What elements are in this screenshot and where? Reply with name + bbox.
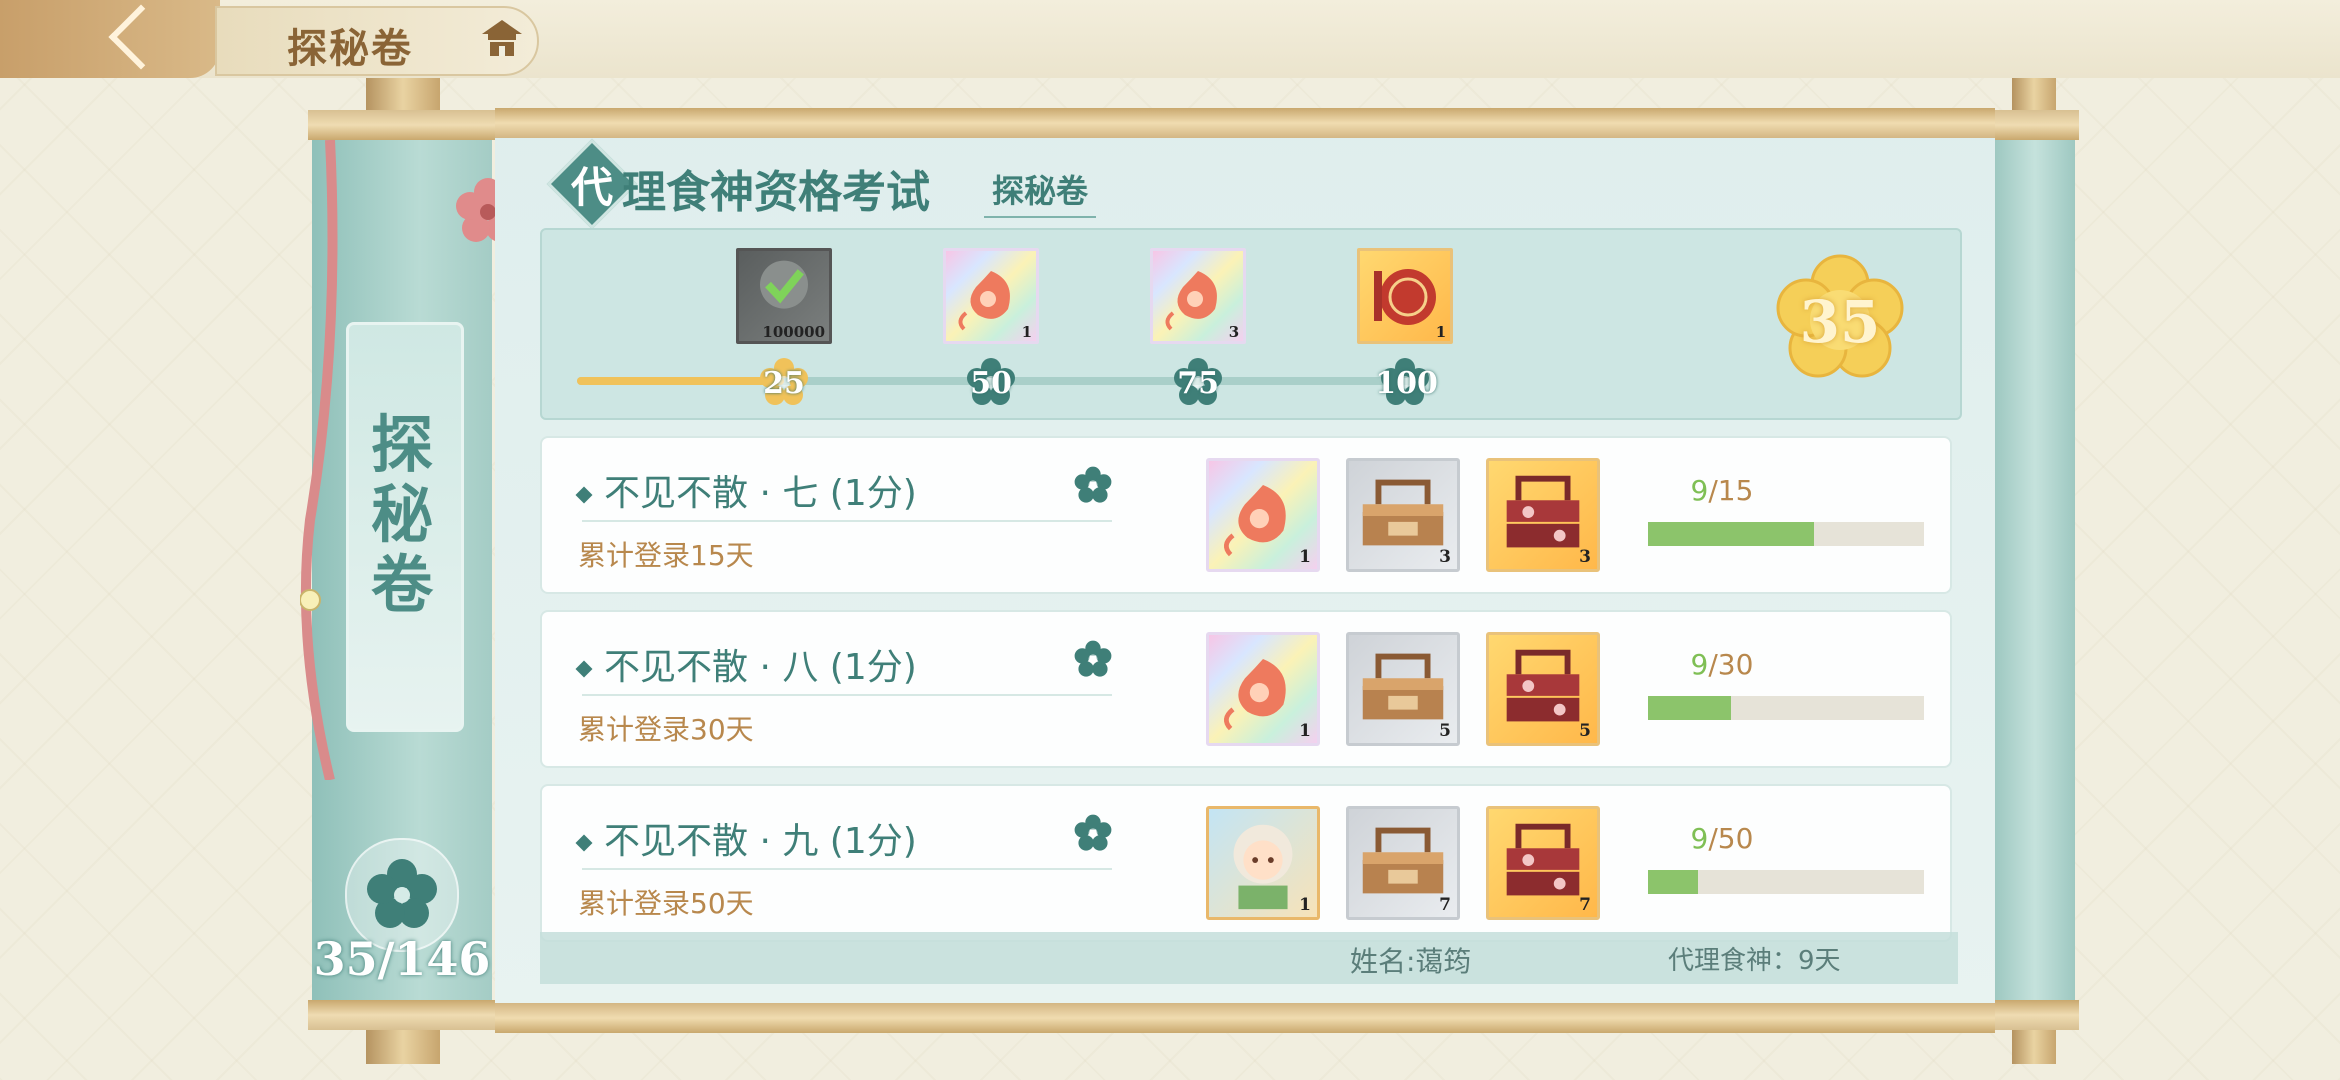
task-reward-item[interactable]: 1 [1206,458,1320,572]
task-progress-fill [1648,870,1698,894]
progress-total: /15 [1708,474,1754,507]
back-button[interactable] [0,0,220,78]
main-bottom-border [495,1003,1995,1033]
milestone-75: 75 [1168,352,1228,412]
task-reward-item[interactable]: 5 [1346,632,1460,746]
player-name: 姓名:蔼筠 [1350,945,1472,978]
task-card[interactable]: 不见不散 · 七 (1分) 累计登录15天 1 3 3 9/15 [540,436,1952,594]
task-progress-fill [1648,696,1731,720]
diamond-bullet-icon [575,486,593,504]
reward-count: 5 [1579,721,1591,741]
milestone-50: 50 [961,352,1021,412]
task-progress-bar [1648,870,1924,894]
task-progress-bar [1648,522,1924,546]
task-name: 不见不散 · 八 (1分) [575,638,917,690]
task-progress-bar [1648,696,1924,720]
reward-count: 100000 [762,323,826,341]
reward-count: 1 [1299,895,1311,915]
progress-current: 9 [1690,822,1709,855]
reward-count: 1 [1299,547,1311,567]
right-rod-top [2012,78,2056,112]
exam-heading: 理食神资格考试 [622,167,930,218]
left-rod-bottom [366,1030,440,1064]
task-progress-text: 9/15 [1652,474,1792,507]
reward-count: 5 [1439,721,1451,741]
task-card[interactable]: 不见不散 · 八 (1分) 累计登录30天 1 5 5 9/30 [540,610,1952,768]
task-description: 累计登录15天 [578,539,754,572]
task-reward-item[interactable]: 1 [1206,632,1320,746]
agent-days: 代理食神：9天 [1668,946,1841,976]
reward-count: 1 [1299,721,1311,741]
milestone-value: 50 [970,366,1012,401]
task-reward-item[interactable]: 3 [1486,458,1600,572]
back-chevron-icon [108,4,174,70]
task-progress-text: 9/30 [1652,648,1792,681]
milestone-25: 25 [754,352,814,412]
milestone-value: 100 [1375,366,1438,401]
progress-current: 9 [1690,648,1709,681]
milestone-100: 100 [1375,352,1438,412]
pavilion-icon[interactable] [480,18,524,58]
milestone-reward-50[interactable]: 1 [943,248,1040,344]
progress-total: /30 [1708,648,1754,681]
reward-count: 1 [1021,323,1033,341]
milestone-value: 75 [1177,366,1220,401]
task-divider [582,868,1112,870]
task-divider [582,694,1112,696]
task-divider [582,520,1112,522]
reward-count: 7 [1579,895,1591,915]
reward-count: 3 [1228,323,1240,341]
milestone-value: 25 [763,366,805,401]
current-points: 35 [1799,288,1881,356]
task-reward-item[interactable]: 7 [1346,806,1460,920]
task-reward-item[interactable]: 7 [1486,806,1600,920]
task-reward-item[interactable]: 1 [1206,806,1320,920]
reward-count: 7 [1439,895,1451,915]
milestone-reward-100[interactable]: 1 [1357,248,1454,344]
diamond-bullet-icon [575,834,593,852]
ribbon-decoration [300,140,338,780]
task-name: 不见不散 · 七 (1分) [575,464,917,516]
task-name-text: 不见不散 · 七 (1分) [604,473,917,514]
milestone-reward-75[interactable]: 3 [1150,248,1247,344]
task-reward-item[interactable]: 3 [1346,458,1460,572]
task-description: 累计登录50天 [578,887,754,920]
side-label: 探秘卷 [370,408,433,621]
task-card[interactable]: 不见不散 · 九 (1分) 累计登录50天 1 7 7 9/50 [540,784,1952,942]
flower-points-icon [1070,636,1116,682]
heading-first-char: 代 [570,163,613,212]
reward-count: 3 [1439,547,1451,567]
total-points-count: 35/146 [313,932,491,986]
task-name-text: 不见不散 · 八 (1分) [604,647,917,688]
main-top-border [495,108,1995,138]
task-reward-item[interactable]: 5 [1486,632,1600,746]
task-name-text: 不见不散 · 九 (1分) [604,821,917,862]
diamond-bullet-icon [575,660,593,678]
task-progress-text: 9/50 [1652,822,1792,855]
milestone-reward-25[interactable]: 100000 [736,248,833,344]
right-scroll-panel [1991,110,2079,1030]
heading-subtitle: 探秘卷 [984,166,1097,218]
task-name: 不见不散 · 九 (1分) [575,812,917,864]
flower-points-icon [1070,462,1116,508]
task-description: 累计登录30天 [578,713,754,746]
task-progress-fill [1648,522,1814,546]
reward-count: 1 [1435,323,1447,341]
reward-count: 3 [1579,547,1591,567]
progress-current: 9 [1690,474,1709,507]
flower-points-icon [1070,810,1116,856]
left-rod-top [366,78,440,112]
right-rod-bottom [2012,1030,2056,1064]
progress-total: /50 [1708,822,1754,855]
page-title: 探秘卷 [287,26,413,72]
